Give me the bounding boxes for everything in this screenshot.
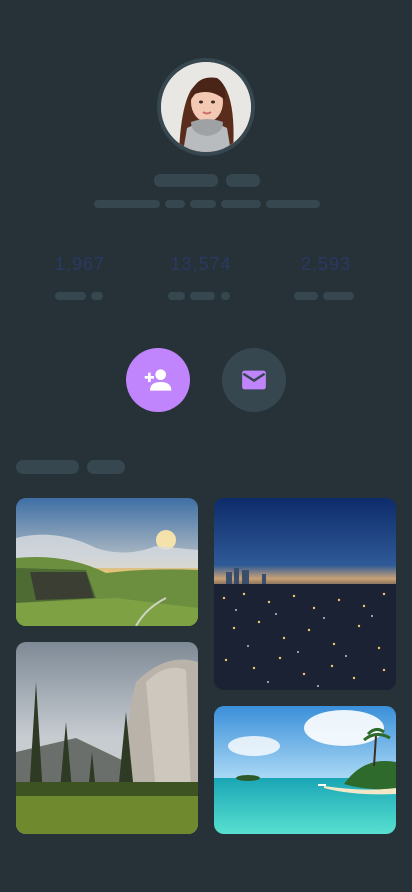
gallery-title-skeleton <box>87 460 125 474</box>
stat-label-skeleton <box>91 292 103 300</box>
gallery-photo-city-night[interactable] <box>214 498 396 690</box>
profile-bio-skeleton <box>266 200 320 208</box>
stat-value: 13,574 <box>170 254 232 274</box>
profile-name-skeleton <box>154 174 218 187</box>
profile-avatar-frame <box>157 58 255 156</box>
stat-label-skeleton <box>168 292 185 300</box>
gallery-photo-granite-cliff[interactable] <box>16 642 198 834</box>
message-button[interactable] <box>222 348 286 412</box>
stat-label-skeleton <box>294 292 318 300</box>
gallery-photo-mountain-cliff[interactable] <box>16 498 198 626</box>
person-add-icon <box>144 369 172 391</box>
profile-bio-skeleton <box>221 200 261 208</box>
gallery-title-skeleton <box>16 460 79 474</box>
add-friend-button[interactable] <box>126 348 190 412</box>
stat-label-skeleton <box>55 292 86 300</box>
profile-bio-skeleton <box>190 200 216 208</box>
gallery-photo-tropical-beach[interactable] <box>214 706 396 834</box>
avatar[interactable] <box>161 62 251 152</box>
mail-icon <box>242 370 266 390</box>
stat-label-skeleton <box>221 292 230 300</box>
stat-label-skeleton <box>190 292 215 300</box>
profile-bio-skeleton <box>94 200 160 208</box>
stat-label-skeleton <box>323 292 354 300</box>
profile-bio-skeleton <box>165 200 185 208</box>
stat-value: 1,967 <box>54 254 106 274</box>
profile-name-skeleton <box>226 174 260 187</box>
stat-value: 2,593 <box>300 254 352 274</box>
